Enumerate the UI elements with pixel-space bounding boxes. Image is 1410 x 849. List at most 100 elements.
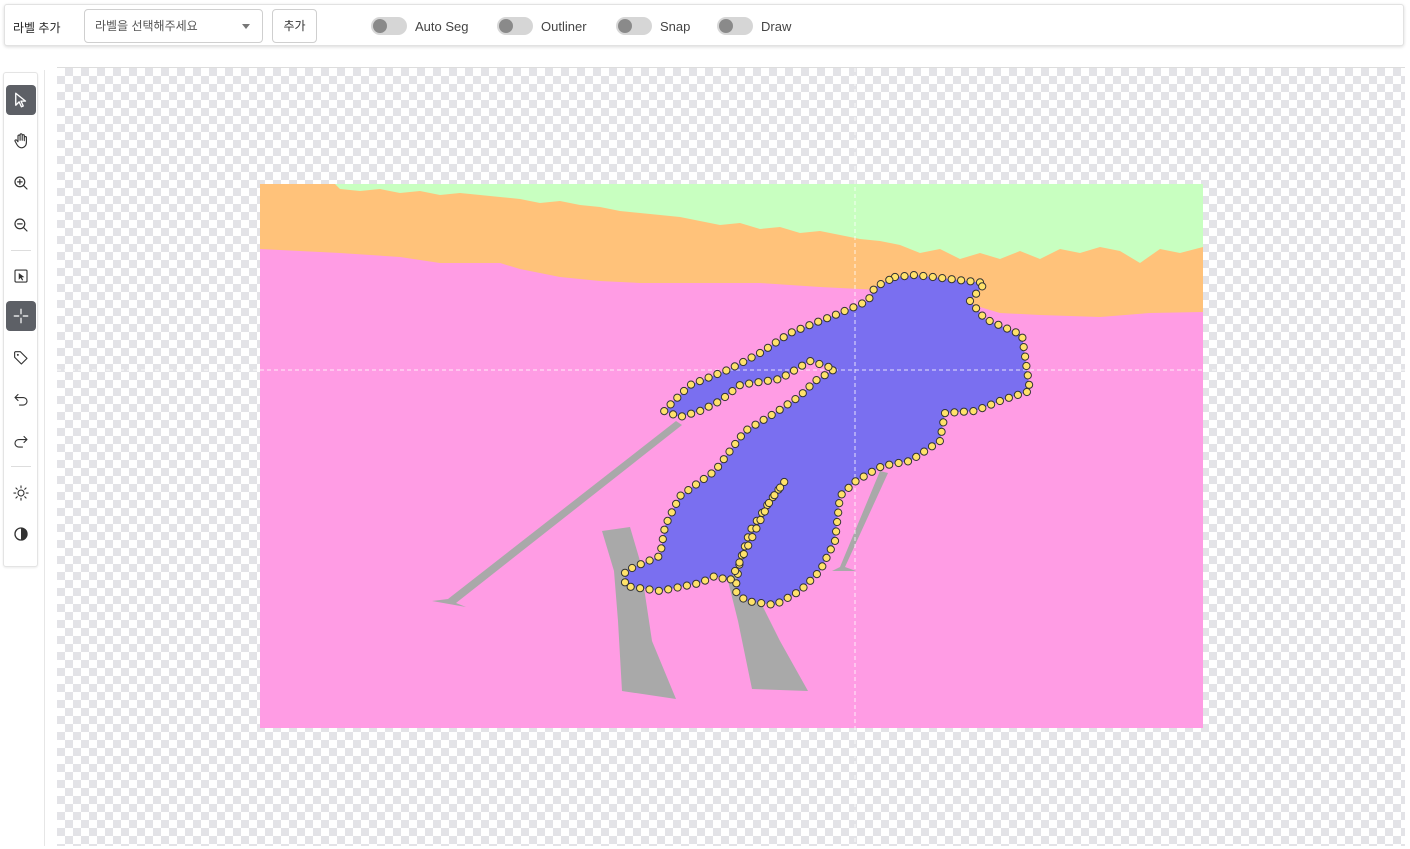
polygon-vertex-handle[interactable] <box>796 324 805 333</box>
polygon-vertex-handle[interactable] <box>686 380 696 389</box>
polygon-vertex-handle[interactable] <box>709 572 718 581</box>
polygon-vertex-handle[interactable] <box>736 432 746 441</box>
polygon-vertex-handle[interactable] <box>1019 343 1028 352</box>
polygon-vertex-handle[interactable] <box>835 499 844 508</box>
polygon-vertex-handle[interactable] <box>787 328 796 337</box>
polygon-vertex-handle[interactable] <box>831 310 841 319</box>
polygon-vertex-handle[interactable] <box>876 280 885 289</box>
polygon-vertex-handle[interactable] <box>994 320 1003 329</box>
polygon-vertex-handle[interactable] <box>695 377 704 386</box>
polygon-vertex-handle[interactable] <box>806 576 815 585</box>
polygon-vertex-handle[interactable] <box>654 586 664 595</box>
polygon-vertex-handle[interactable] <box>645 556 654 565</box>
polygon-vertex-handle[interactable] <box>755 348 765 358</box>
polygon-vertex-handle[interactable] <box>903 457 913 466</box>
polygon-vertex-handle[interactable] <box>805 321 814 330</box>
polygon-vertex-handle[interactable] <box>692 579 701 588</box>
polygon-vertex-handle[interactable] <box>805 382 814 391</box>
zoom-out-tool[interactable] <box>6 210 36 240</box>
zoom-in-tool[interactable] <box>6 168 36 198</box>
polygon-vertex-handle[interactable] <box>677 412 687 421</box>
polygon-vertex-handle[interactable] <box>781 371 790 380</box>
polygon-vertex-handle[interactable] <box>851 477 860 486</box>
polygon-vertex-handle[interactable] <box>704 373 713 382</box>
polygon-vertex-handle[interactable] <box>679 386 689 396</box>
polygon-vertex-handle[interactable] <box>745 379 754 388</box>
polygon-vertex-handle[interactable] <box>743 425 752 434</box>
polygon-vertex-handle[interactable] <box>757 599 766 608</box>
polygon-vertex-handle[interactable] <box>775 405 784 414</box>
redo-tool[interactable] <box>6 426 36 456</box>
polygon-vertex-handle[interactable] <box>812 376 821 385</box>
polygon-vertex-handle[interactable] <box>764 498 774 508</box>
polygon-vertex-handle[interactable] <box>713 398 722 407</box>
polygon-vertex-handle[interactable] <box>894 458 903 468</box>
polygon-vertex-handle[interactable] <box>849 303 858 312</box>
polygon-vertex-handle[interactable] <box>691 480 701 489</box>
polygon-vertex-handle[interactable] <box>739 594 748 603</box>
polygon-vertex-handle[interactable] <box>701 576 710 585</box>
undo-tool[interactable] <box>6 384 36 414</box>
polygon-vertex-handle[interactable] <box>957 276 966 285</box>
polygon-vertex-handle[interactable] <box>806 357 815 366</box>
polygon-vertex-handle[interactable] <box>756 515 765 525</box>
polygon-vertex-handle[interactable] <box>657 544 666 553</box>
polygon-vertex-handle[interactable] <box>682 581 692 590</box>
polygon-vertex-handle[interactable] <box>714 462 723 471</box>
polygon-vertex-handle[interactable] <box>798 361 807 370</box>
polygon-vertex-handle[interactable] <box>731 439 740 449</box>
polygon-vertex-handle[interactable] <box>660 407 669 416</box>
polygon-vertex-handle[interactable] <box>636 560 645 569</box>
polygon-vertex-handle[interactable] <box>987 400 996 409</box>
polygon-vertex-handle[interactable] <box>783 400 792 409</box>
polygon-vertex-handle[interactable] <box>927 442 937 451</box>
polygon-vertex-handle[interactable] <box>669 410 678 419</box>
polygon-vertex-handle[interactable] <box>935 437 945 446</box>
polygon-vertex-handle[interactable] <box>779 333 788 342</box>
polygon-vertex-handle[interactable] <box>938 274 947 283</box>
polygon-vertex-handle[interactable] <box>673 393 682 402</box>
polygon-vertex-handle[interactable] <box>791 395 800 404</box>
polygon-vertex-handle[interactable] <box>1021 352 1030 361</box>
polygon-vertex-handle[interactable] <box>728 387 737 396</box>
box-select-tool[interactable] <box>6 261 36 291</box>
polygon-vertex-handle[interactable] <box>763 343 773 352</box>
polygon-vertex-handle[interactable] <box>822 553 831 563</box>
polygon-vertex-handle[interactable] <box>885 275 894 284</box>
polygon-vertex-handle[interactable] <box>775 598 784 607</box>
polygon-vertex-handle[interactable] <box>751 420 760 429</box>
polygon-vertex-handle[interactable] <box>725 447 734 456</box>
polygon-vertex-handle[interactable] <box>823 314 832 323</box>
polygon-vertex-handle[interactable] <box>832 527 841 536</box>
toggle-track[interactable] <box>371 17 407 35</box>
polygon-vertex-handle[interactable] <box>869 285 878 294</box>
polygon-vertex-handle[interactable] <box>748 533 757 542</box>
polygon-vertex-handle[interactable] <box>1025 380 1034 389</box>
draw-toggle[interactable]: Draw <box>717 16 791 36</box>
polygon-vertex-handle[interactable] <box>704 402 713 411</box>
polygon-vertex-handle[interactable] <box>972 304 981 313</box>
polygon-vertex-handle[interactable] <box>791 589 801 598</box>
polygon-vertex-handle[interactable] <box>978 282 987 291</box>
polygon-vertex-handle[interactable] <box>824 362 833 371</box>
polygon-vertex-handle[interactable] <box>798 389 807 398</box>
polygon-vertex-handle[interactable] <box>969 407 978 416</box>
polygon-vertex-handle[interactable] <box>667 508 676 517</box>
polygon-vertex-handle[interactable] <box>759 415 768 424</box>
polygon-vertex-handle[interactable] <box>719 455 728 464</box>
polygon-vertex-handle[interactable] <box>684 486 693 495</box>
polygon-vertex-handle[interactable] <box>818 562 827 571</box>
polygon-vertex-handle[interactable] <box>673 583 682 592</box>
polygon-vertex-handle[interactable] <box>950 408 959 417</box>
polygon-vertex-handle[interactable] <box>947 275 956 284</box>
polygon-vertex-handle[interactable] <box>699 474 708 484</box>
polygon-vertex-handle[interactable] <box>939 418 948 427</box>
polygon-vertex-handle[interactable] <box>760 507 769 516</box>
tag-tool[interactable] <box>6 343 36 373</box>
polygon-vertex-handle[interactable] <box>814 317 823 326</box>
polygon-vertex-handle[interactable] <box>732 588 741 597</box>
polygon-vertex-handle[interactable] <box>812 570 822 579</box>
polygon-vertex-handle[interactable] <box>735 558 744 567</box>
polygon-vertex-handle[interactable] <box>773 375 782 384</box>
polygon-vertex-handle[interactable] <box>1013 390 1023 399</box>
